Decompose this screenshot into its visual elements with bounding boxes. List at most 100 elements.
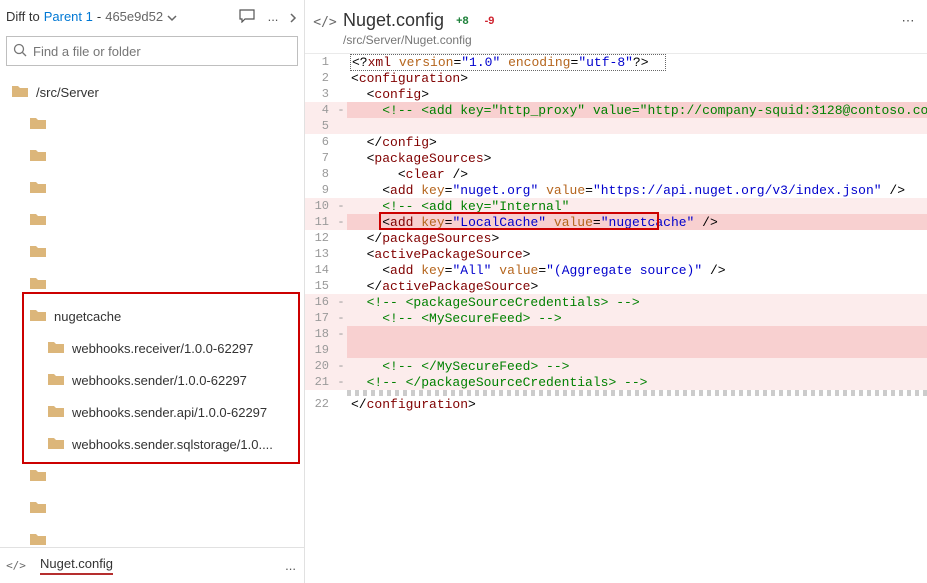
more-icon[interactable]: ⋯ [899, 10, 917, 32]
comment-icon[interactable] [236, 5, 258, 27]
file-actions: ⋯ [899, 10, 917, 47]
code-line[interactable]: 11- <add key="LocalCache" value="nugetca… [305, 214, 927, 230]
diff-marker [335, 230, 347, 246]
code-line[interactable]: 16- <!-- <packageSourceCredentials> --> [305, 294, 927, 310]
tree-package-folder[interactable]: webhooks.sender.sqlstorage/1.0.... [0, 428, 304, 460]
line-content: <config> [347, 86, 927, 102]
code-line[interactable]: 1<?xml version="1.0" encoding="utf-8"?> [305, 54, 927, 70]
line-content: <!-- </MySecureFeed> --> [347, 358, 927, 374]
folder-icon [48, 404, 64, 420]
line-content: </packageSources> [347, 230, 927, 246]
line-content: <!-- </packageSourceCredentials> --> [347, 374, 927, 390]
footer-bar: </> Nuget.config ... [0, 547, 304, 583]
search-icon [13, 43, 27, 60]
diff-marker [335, 262, 347, 278]
diff-marker [335, 342, 347, 358]
code-line[interactable]: 17- <!-- <MySecureFeed> --> [305, 310, 927, 326]
folder-icon [30, 276, 46, 292]
code-line[interactable]: 4- <!-- <add key="http_proxy" value="htt… [305, 102, 927, 118]
tree-item-label: webhooks.sender/1.0.0-62297 [72, 373, 247, 388]
line-number: 18 [305, 326, 335, 342]
code-line[interactable]: 10- <!-- <add key="Internal" [305, 198, 927, 214]
code-line[interactable]: 22</configuration> [305, 396, 927, 412]
code-line[interactable]: 14 <add key="All" value="(Aggregate sour… [305, 262, 927, 278]
parent-link[interactable]: Parent 1 [44, 9, 93, 24]
line-number: 6 [305, 134, 335, 150]
code-line[interactable]: 5 [305, 118, 927, 134]
line-content: <!-- <MySecureFeed> --> [347, 310, 927, 326]
tree-package-folder[interactable]: webhooks.sender/1.0.0-62297 [0, 364, 304, 396]
diff-marker [335, 166, 347, 182]
code-line[interactable]: 9 <add key="nuget.org" value="https://ap… [305, 182, 927, 198]
folder-icon [30, 180, 46, 196]
tree-folder[interactable] [0, 140, 304, 172]
diff-marker [335, 70, 347, 86]
code-line[interactable]: 3 <config> [305, 86, 927, 102]
search-box[interactable] [6, 36, 298, 66]
line-number: 11 [305, 214, 335, 230]
folder-icon [30, 212, 46, 228]
code-line[interactable]: 21- <!-- </packageSourceCredentials> --> [305, 374, 927, 390]
line-content: </activePackageSource> [347, 278, 927, 294]
line-number: 2 [305, 70, 335, 86]
chevron-right-icon[interactable] [288, 11, 298, 21]
tree-folder[interactable] [0, 492, 304, 524]
folder-icon [30, 148, 46, 164]
tree-folder[interactable] [0, 268, 304, 300]
diff-marker: - [335, 358, 347, 374]
line-number: 7 [305, 150, 335, 166]
footer-more-icon[interactable]: ... [285, 558, 296, 573]
diff-marker [335, 396, 347, 412]
tree-folder-nugetcache[interactable]: nugetcache [0, 300, 304, 332]
line-number: 16 [305, 294, 335, 310]
file-tree[interactable]: /src/Server nugetcachewebhooks.receiver/1… [0, 72, 304, 547]
more-icon[interactable]: ... [262, 5, 284, 27]
code-line[interactable]: 2<configuration> [305, 70, 927, 86]
diff-header: Diff to Parent 1 - 465e9d52 ... [0, 0, 304, 32]
line-number: 17 [305, 310, 335, 326]
additions-count: +8 [452, 14, 473, 28]
code-line[interactable]: 12 </packageSources> [305, 230, 927, 246]
line-number: 14 [305, 262, 335, 278]
line-content: </config> [347, 134, 927, 150]
line-content: <packageSources> [347, 150, 927, 166]
tree-folder[interactable] [0, 460, 304, 492]
commit-hash: 465e9d52 [105, 9, 163, 24]
line-number: 3 [305, 86, 335, 102]
code-line[interactable]: 6 </config> [305, 134, 927, 150]
diff-marker [335, 134, 347, 150]
diff-marker [335, 86, 347, 102]
line-number: 5 [305, 118, 335, 134]
tree-folder[interactable] [0, 204, 304, 236]
chevron-down-icon[interactable] [167, 11, 177, 21]
code-file-icon: </> [8, 558, 24, 574]
code-line[interactable]: 7 <packageSources> [305, 150, 927, 166]
folder-icon [30, 532, 46, 547]
tree-item-label: /src/Server [36, 85, 99, 100]
tree-package-folder[interactable]: webhooks.receiver/1.0.0-62297 [0, 332, 304, 364]
tree-package-folder[interactable]: webhooks.sender.api/1.0.0-62297 [0, 396, 304, 428]
deletions-count: -9 [481, 14, 499, 28]
separator: - [97, 9, 101, 24]
line-number: 9 [305, 182, 335, 198]
tree-root[interactable]: /src/Server [0, 76, 304, 108]
code-line[interactable]: 15 </activePackageSource> [305, 278, 927, 294]
line-content [347, 326, 927, 342]
code-line[interactable]: 20- <!-- </MySecureFeed> --> [305, 358, 927, 374]
line-number: 13 [305, 246, 335, 262]
line-number: 20 [305, 358, 335, 374]
code-line[interactable]: 13 <activePackageSource> [305, 246, 927, 262]
tree-folder[interactable] [0, 524, 304, 547]
footer-filename[interactable]: Nuget.config [40, 556, 113, 575]
tree-folder[interactable] [0, 236, 304, 268]
line-number: 19 [305, 342, 335, 358]
search-input[interactable] [33, 44, 291, 59]
code-diff-view[interactable]: 1<?xml version="1.0" encoding="utf-8"?> … [305, 53, 927, 583]
code-line[interactable]: 19 [305, 342, 927, 358]
tree-folder[interactable] [0, 108, 304, 140]
line-content: <?xml version="1.0" encoding="utf-8"?> [347, 54, 927, 70]
tree-folder[interactable] [0, 172, 304, 204]
code-line[interactable]: 18- [305, 326, 927, 342]
line-number: 10 [305, 198, 335, 214]
code-line[interactable]: 8 <clear /> [305, 166, 927, 182]
